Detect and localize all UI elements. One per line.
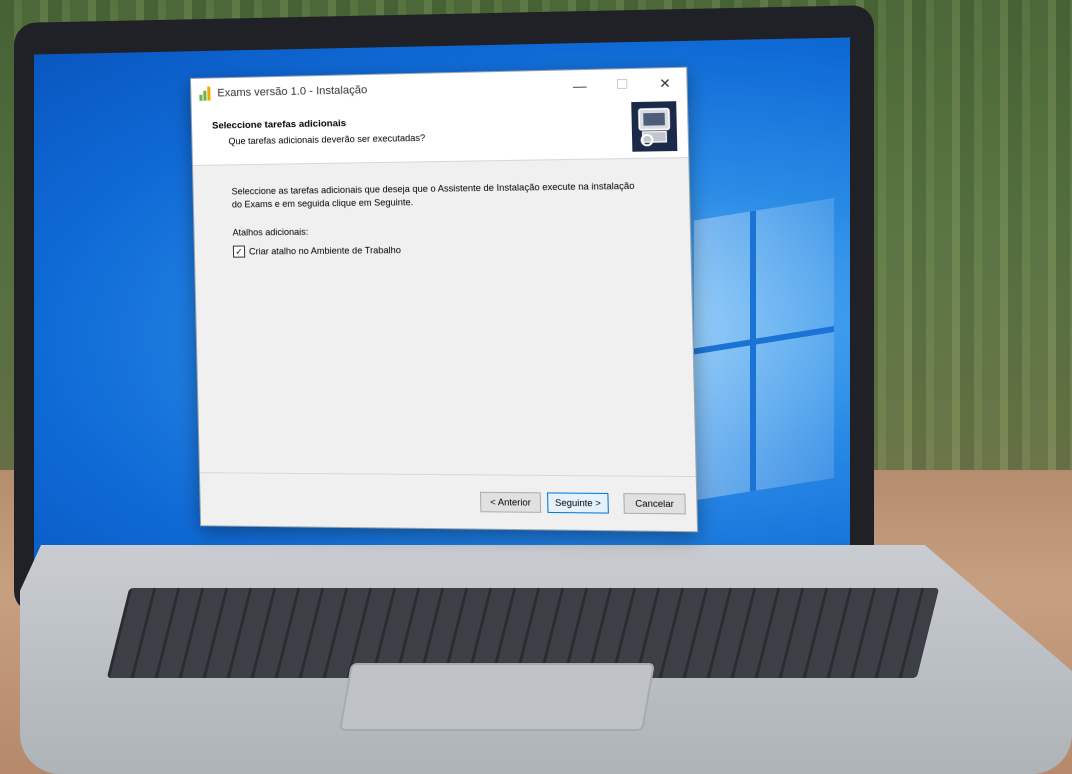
back-button[interactable]: < Anterior — [479, 491, 542, 513]
window-title: Exams versão 1.0 - Instalação — [217, 84, 368, 100]
description-text: Seleccione as tarefas adicionais que des… — [231, 180, 635, 210]
page-title: Seleccione tarefas adicionais — [211, 117, 347, 132]
checkmark-icon: ✓ — [235, 246, 243, 257]
cancel-button[interactable]: Cancelar — [623, 493, 686, 515]
desktop-shortcut-checkbox[interactable]: ✓ — [232, 245, 246, 258]
maximize-button[interactable]: ☐ — [601, 69, 644, 101]
touchpad — [339, 663, 655, 731]
section-label: Atalhos adicionais: — [232, 226, 309, 238]
wizard-header: Seleccione tarefas adicionais Que tarefa… — [191, 98, 689, 166]
close-button[interactable]: ✕ — [643, 68, 687, 100]
wizard-footer: < Anterior Seguinte > Cancelar — [199, 472, 698, 532]
windows-logo-wallpaper — [694, 197, 834, 501]
wizard-content: Seleccione as tarefas adicionais que des… — [193, 158, 691, 258]
desktop-shortcut-option[interactable]: ✓ Criar atalho no Ambiente de Trabalho — [232, 241, 669, 258]
installer-window: Exams versão 1.0 - Instalação — ☐ ✕ Sele… — [190, 66, 699, 533]
page-subtitle: Que tarefas adicionais deverão ser execu… — [228, 132, 426, 147]
minimize-button[interactable]: — — [558, 70, 601, 102]
next-button[interactable]: Seguinte > — [547, 492, 609, 514]
checkbox-label[interactable]: Criar atalho no Ambiente de Trabalho — [249, 244, 401, 258]
installer-computer-icon — [631, 101, 678, 152]
bar-chart-icon — [199, 86, 213, 101]
